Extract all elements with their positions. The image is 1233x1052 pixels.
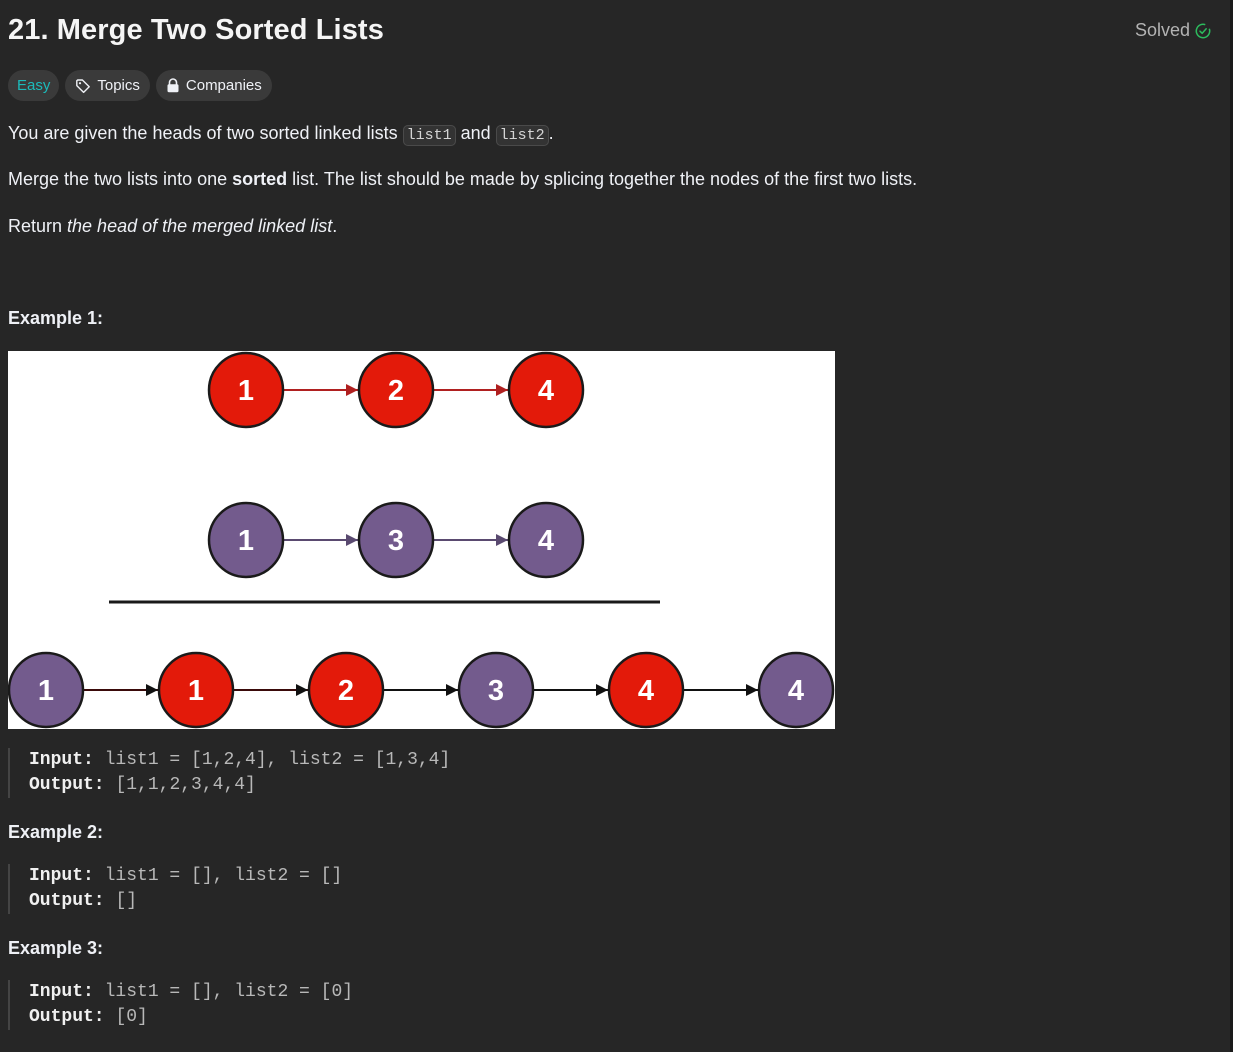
merge-diagram-svg: 1 2 4 1 3 4 1 1 2 3 4 4 [8,351,835,729]
output-value: [] [115,891,138,911]
check-circle-icon [1195,23,1211,39]
output-label: Output: [29,775,105,795]
tag-icon [75,78,91,94]
example-2-label: Example 2: [8,822,104,842]
input-value: list1 = [1,2,4], list2 = [1,3,4] [104,750,451,770]
example-1-label: Example 1: [8,308,104,328]
merged-node-value: 1 [38,675,54,707]
code-list1: list1 [402,125,456,146]
p1-mid-text: and [455,123,496,143]
tag-row: Easy Topics Companies [8,70,272,101]
description-paragraph-1: You are given the heads of two sorted li… [8,122,554,146]
description-paragraph-2: Merge the two lists into one sorted list… [8,168,917,191]
description-paragraph-3: Return the head of the merged linked lis… [8,215,337,238]
list2-node-value: 3 [388,525,404,557]
example-3-label: Example 3: [8,938,104,958]
input-label: Input: [29,750,94,770]
lock-icon [166,78,180,93]
p1-text: You are given the heads of two sorted li… [8,123,403,143]
difficulty-badge: Easy [8,70,60,101]
list2-node-value: 1 [238,525,254,557]
topics-button[interactable]: Topics [65,70,150,101]
difficulty-label: Easy [17,77,51,94]
p3-suffix: . [332,216,338,236]
p3-text: Return [8,216,68,236]
list1-node-value: 4 [538,375,554,407]
p3-italic: the head of the merged linked list [67,216,333,236]
list2-node-value: 4 [538,525,554,557]
output-label: Output: [29,1007,105,1027]
example-3-code: Input: list1 = [], list2 = [0] Output: [… [8,980,353,1030]
list1-node-value: 1 [238,375,254,407]
p2-suffix: list. The list should be made by splicin… [287,169,918,189]
p1-suffix: . [548,123,554,143]
output-value: [1,1,2,3,4,4] [115,775,256,795]
input-value: list1 = [], list2 = [0] [104,982,354,1002]
companies-label: Companies [185,77,262,94]
merged-node-value: 2 [338,675,354,707]
problem-title: 21. Merge Two Sorted Lists [8,14,384,46]
example-2-code: Input: list1 = [], list2 = [] Output: [] [8,864,342,914]
solved-status: Solved [1135,20,1211,41]
input-value: list1 = [], list2 = [] [104,866,343,886]
output-value: [0] [115,1007,148,1027]
input-label: Input: [29,982,94,1002]
example-1-diagram: 1 2 4 1 3 4 1 1 2 3 4 4 [8,351,835,729]
merged-node-value: 4 [788,675,804,707]
merged-node-value: 1 [188,675,204,707]
code-list2: list2 [495,125,549,146]
input-label: Input: [29,866,94,886]
p2-text: Merge the two lists into one [8,169,233,189]
p2-bold: sorted [232,169,288,189]
list1-node-value: 2 [388,375,404,407]
output-label: Output: [29,891,105,911]
companies-button[interactable]: Companies [155,70,272,101]
merged-node-value: 4 [638,675,654,707]
topics-label: Topics [97,77,140,94]
merged-node-value: 3 [488,675,504,707]
example-1-code: Input: list1 = [1,2,4], list2 = [1,3,4] … [8,748,450,798]
solved-label: Solved [1134,20,1190,40]
